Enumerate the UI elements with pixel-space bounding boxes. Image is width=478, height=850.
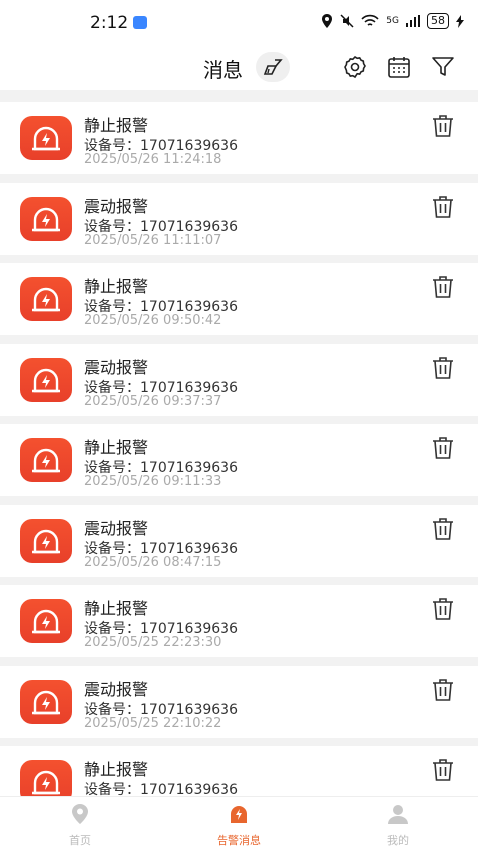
message-card[interactable]: 震动报警 设备号：17071639636 2025/05/25 22:10:22	[0, 665, 478, 738]
alarm-icon	[20, 760, 72, 796]
trash-icon	[433, 598, 453, 620]
status-bar: 2:12 5G 58	[0, 0, 478, 44]
alarm-icon	[20, 679, 72, 724]
message-title: 静止报警	[84, 438, 149, 457]
tab-home-label: 首页	[69, 834, 91, 847]
trash-icon	[433, 115, 453, 137]
message-title: 静止报警	[84, 760, 149, 779]
tab-profile[interactable]: 我的	[358, 803, 438, 848]
trash-icon	[433, 276, 453, 298]
message-title: 震动报警	[84, 357, 149, 377]
delete-button[interactable]	[432, 356, 454, 380]
battery-indicator: 58	[427, 13, 449, 29]
tab-profile-label: 我的	[387, 834, 409, 847]
message-timestamp: 2025/05/25 22:10:22	[84, 715, 222, 731]
message-title: 静止报警	[84, 116, 149, 135]
alarm-icon	[20, 357, 72, 402]
message-timestamp: 2025/05/26 11:11:07	[84, 232, 222, 248]
trash-icon	[433, 195, 453, 218]
trash-icon	[433, 356, 453, 379]
message-card[interactable]: 震动报警 设备号：17071639636 2025/05/26 11:11:07	[0, 182, 478, 255]
clear-all-button[interactable]	[256, 52, 290, 82]
trash-icon	[433, 517, 453, 540]
message-title: 静止报警	[84, 599, 149, 618]
message-card[interactable]: 震动报警 设备号：17071639636 2025/05/26 09:37:37	[0, 343, 478, 416]
trash-icon	[433, 437, 453, 459]
message-timestamp: 2025/05/26 09:11:33	[84, 474, 222, 489]
message-title: 静止报警	[84, 277, 149, 296]
status-time: 2:12	[90, 13, 129, 33]
alarm-icon	[20, 438, 72, 482]
calendar-button[interactable]	[386, 54, 412, 80]
delete-button[interactable]	[432, 517, 454, 541]
delete-button[interactable]	[432, 275, 454, 299]
message-card[interactable]: 静止报警 设备号：17071639636 2025/05/25 22:23:30	[0, 585, 478, 657]
header: 消息	[0, 44, 478, 90]
message-timestamp: 2025/05/26 09:37:37	[84, 393, 222, 409]
device-number: 设备号：17071639636	[84, 782, 238, 796]
location-icon	[322, 14, 333, 28]
filter-icon	[432, 57, 454, 76]
message-title: 震动报警	[84, 679, 149, 699]
message-card[interactable]: 静止报警 设备号：17071639636	[0, 746, 478, 796]
tab-alarms-label: 告警消息	[217, 834, 261, 847]
tab-alarms[interactable]: 告警消息	[199, 803, 279, 848]
status-indicators: 5G 58	[321, 13, 464, 29]
alarm-icon	[20, 116, 72, 160]
message-timestamp: 2025/05/25 22:23:30	[84, 635, 222, 650]
trash-icon	[433, 759, 453, 781]
message-card[interactable]: 静止报警 设备号：17071639636 2025/05/26 09:11:33	[0, 424, 478, 496]
delete-button[interactable]	[432, 436, 454, 460]
message-card[interactable]: 震动报警 设备号：17071639636 2025/05/26 08:47:15	[0, 504, 478, 577]
location-pin-icon	[72, 804, 88, 824]
wifi-icon	[361, 14, 379, 26]
broom-icon	[263, 59, 283, 75]
message-timestamp: 2025/05/26 08:47:15	[84, 554, 222, 570]
message-timestamp: 2025/05/26 11:24:18	[84, 152, 222, 167]
delete-button[interactable]	[432, 195, 454, 219]
bottom-tab-bar: 首页 告警消息 我的	[0, 796, 478, 850]
message-card[interactable]: 静止报警 设备号：17071639636 2025/05/26 11:24:18	[0, 102, 478, 174]
delete-button[interactable]	[432, 597, 454, 621]
gear-icon	[344, 55, 366, 79]
mute-icon	[340, 14, 354, 28]
settings-button[interactable]	[342, 54, 368, 80]
delete-button[interactable]	[432, 758, 454, 782]
alarm-icon	[231, 806, 247, 823]
app-notification-icon	[133, 16, 147, 29]
message-title: 震动报警	[84, 196, 149, 216]
message-list[interactable]: 静止报警 设备号：17071639636 2025/05/26 11:24:18…	[0, 90, 478, 796]
calendar-icon	[388, 57, 410, 78]
message-title: 震动报警	[84, 518, 149, 538]
message-card[interactable]: 静止报警 设备号：17071639636 2025/05/26 09:50:42	[0, 263, 478, 335]
signal-icon	[406, 15, 420, 27]
trash-icon	[433, 678, 453, 701]
user-icon	[388, 805, 408, 824]
page-title: 消息	[203, 58, 243, 82]
network-type: 5G	[386, 16, 399, 26]
alarm-icon	[20, 518, 72, 563]
alarm-icon	[20, 599, 72, 643]
delete-button[interactable]	[432, 678, 454, 702]
delete-button[interactable]	[432, 114, 454, 138]
tab-home[interactable]: 首页	[40, 803, 120, 848]
alarm-icon	[20, 277, 72, 321]
charging-icon	[456, 14, 464, 28]
alarm-icon	[20, 196, 72, 241]
filter-button[interactable]	[430, 54, 456, 80]
message-timestamp: 2025/05/26 09:50:42	[84, 313, 222, 328]
